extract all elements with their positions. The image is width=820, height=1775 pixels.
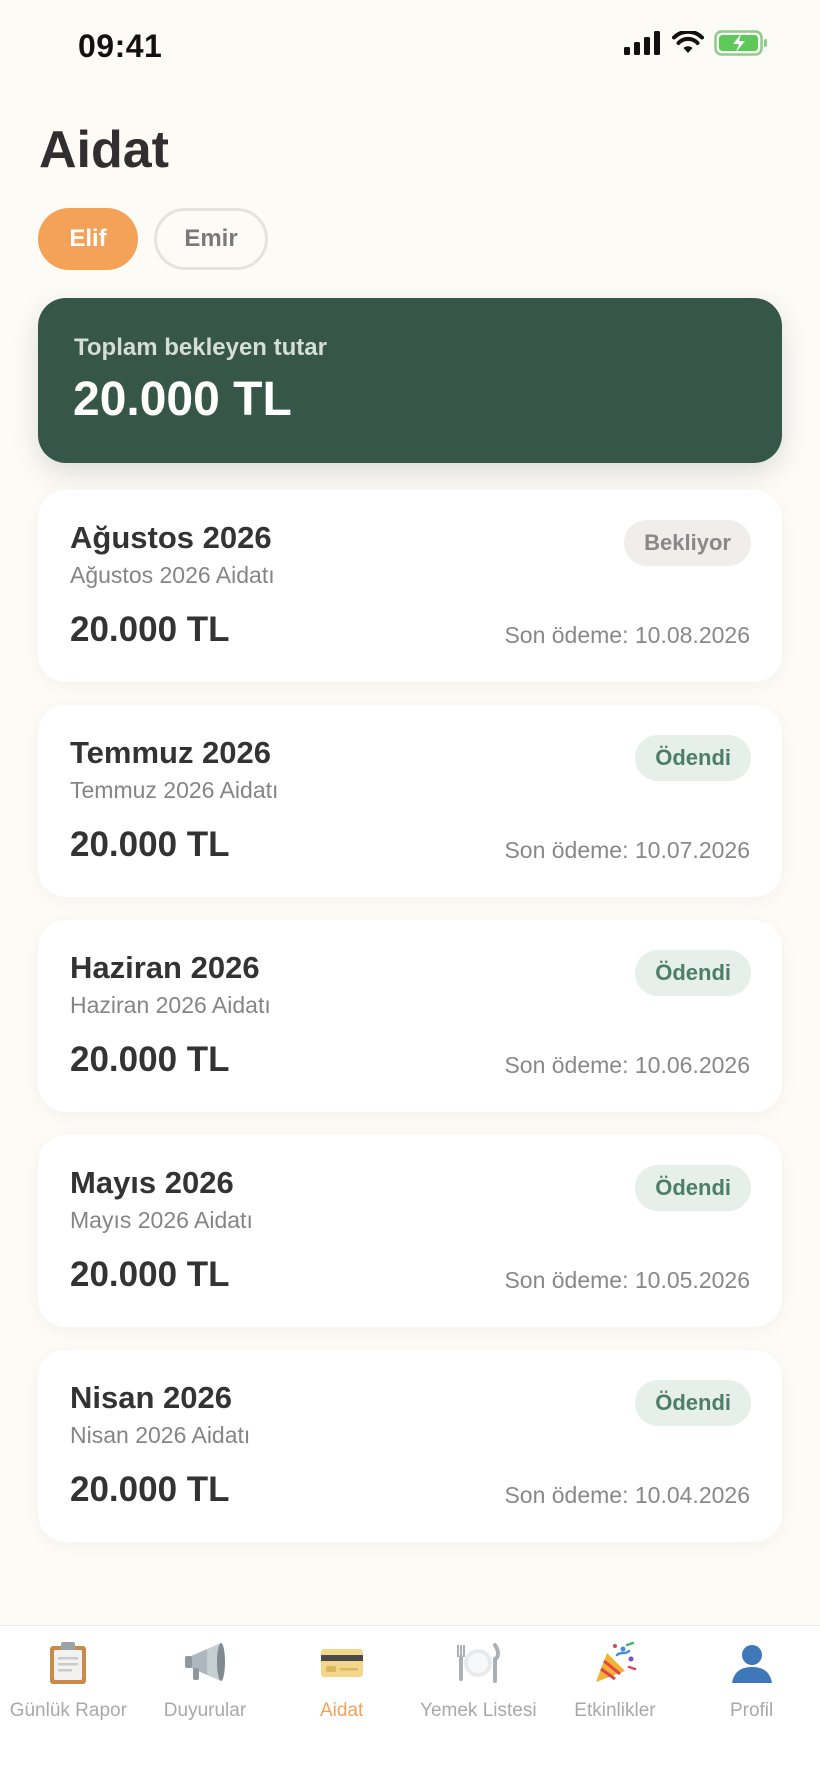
due-subtitle: Haziran 2026 Aidatı xyxy=(70,992,271,1018)
battery-charging-icon xyxy=(714,30,767,56)
tab-yemek-listesi[interactable]: Yemek Listesi xyxy=(410,1626,547,1775)
pending-total-amount: 20.000 TL xyxy=(73,373,292,426)
tab-label: Aidat xyxy=(319,1700,364,1721)
pending-total-label: Toplam bekleyen tutar xyxy=(74,334,327,361)
status-badge: Ödendi xyxy=(635,950,751,996)
due-title: Ağustos 2026 xyxy=(70,520,272,555)
megaphone-icon xyxy=(182,1640,228,1686)
tab-duyurular[interactable]: Duyurular xyxy=(137,1626,274,1775)
page-title: Aidat xyxy=(39,121,169,179)
status-icons xyxy=(624,30,768,56)
tab-label: Yemek Listesi xyxy=(420,1700,537,1721)
status-badge: Ödendi xyxy=(635,1165,751,1211)
tab-profil[interactable]: Profil xyxy=(683,1626,820,1775)
status-badge: Ödendi xyxy=(635,1380,751,1426)
due-deadline: Son ödeme: 10.08.2026 xyxy=(504,622,750,648)
due-card[interactable]: Mayıs 2026 Mayıs 2026 Aidatı 20.000 TL S… xyxy=(38,1135,782,1327)
party-popper-icon xyxy=(592,1640,638,1686)
pending-total-card: Toplam bekleyen tutar 20.000 TL xyxy=(38,298,782,463)
tab-gunluk-rapor[interactable]: Günlük Rapor xyxy=(0,1626,137,1775)
due-amount: 20.000 TL xyxy=(70,1040,230,1079)
tab-bar: Günlük Rapor Duyurular Aidat Yemek Liste… xyxy=(0,1625,820,1775)
due-amount: 20.000 TL xyxy=(70,1470,230,1509)
tab-aidat[interactable]: Aidat xyxy=(273,1626,410,1775)
due-deadline: Son ödeme: 10.07.2026 xyxy=(504,837,750,863)
status-time: 09:41 xyxy=(78,28,163,64)
due-subtitle: Temmuz 2026 Aidatı xyxy=(70,777,279,803)
tab-etkinlikler[interactable]: Etkinlikler xyxy=(547,1626,684,1775)
signal-icon xyxy=(624,31,660,55)
credit-card-icon xyxy=(319,1640,365,1686)
child-pill-emir[interactable]: Emir xyxy=(154,208,268,270)
due-subtitle: Nisan 2026 Aidatı xyxy=(70,1422,251,1448)
due-card[interactable]: Temmuz 2026 Temmuz 2026 Aidatı 20.000 TL… xyxy=(38,705,782,897)
due-subtitle: Mayıs 2026 Aidatı xyxy=(70,1207,253,1233)
dues-list: Ağustos 2026 Ağustos 2026 Aidatı 20.000 … xyxy=(38,490,782,1565)
status-badge: Bekliyor xyxy=(624,520,751,566)
due-title: Mayıs 2026 xyxy=(70,1165,234,1200)
due-deadline: Son ödeme: 10.05.2026 xyxy=(504,1267,750,1293)
status-bar: 09:41 xyxy=(0,0,820,90)
due-deadline: Son ödeme: 10.04.2026 xyxy=(504,1482,750,1508)
due-title: Haziran 2026 xyxy=(70,950,260,985)
clipboard-icon xyxy=(45,1640,91,1686)
due-card[interactable]: Ağustos 2026 Ağustos 2026 Aidatı 20.000 … xyxy=(38,490,782,682)
due-title: Nisan 2026 xyxy=(70,1380,232,1415)
wifi-icon xyxy=(672,31,704,53)
due-amount: 20.000 TL xyxy=(70,1255,230,1294)
plate-icon xyxy=(455,1640,501,1686)
user-icon xyxy=(729,1640,775,1686)
tab-label: Duyurular xyxy=(163,1700,247,1721)
due-title: Temmuz 2026 xyxy=(70,735,272,770)
due-amount: 20.000 TL xyxy=(70,825,230,864)
due-deadline: Son ödeme: 10.06.2026 xyxy=(504,1052,750,1078)
status-badge: Ödendi xyxy=(635,735,751,781)
screen: 09:41 Aidat Elif Emir Toplam bekleyen tu… xyxy=(0,0,820,1775)
tab-label: Etkinlikler xyxy=(574,1700,656,1721)
due-card[interactable]: Haziran 2026 Haziran 2026 Aidatı 20.000 … xyxy=(38,920,782,1112)
due-card[interactable]: Nisan 2026 Nisan 2026 Aidatı 20.000 TL S… xyxy=(38,1350,782,1542)
tab-label: Günlük Rapor xyxy=(9,1700,127,1721)
child-pill-elif[interactable]: Elif xyxy=(38,208,138,270)
due-amount: 20.000 TL xyxy=(70,610,230,649)
due-subtitle: Ağustos 2026 Aidatı xyxy=(70,562,275,588)
child-selector: Elif Emir xyxy=(38,208,268,270)
tab-label: Profil xyxy=(729,1700,774,1721)
